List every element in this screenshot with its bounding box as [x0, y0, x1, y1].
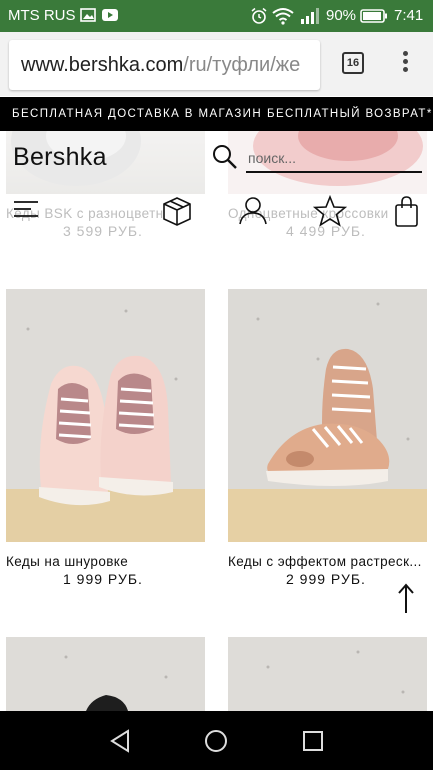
product-price: 2 999 РУБ. — [286, 571, 366, 587]
clock: 7:41 — [394, 7, 424, 24]
recents-icon[interactable] — [300, 728, 326, 754]
url-path: /ru/туфли/же — [183, 54, 301, 76]
address-bar[interactable]: www.bershka.com/ru/туфли/же — [9, 40, 320, 90]
product-image[interactable] — [228, 289, 427, 542]
menu-icon[interactable] — [12, 194, 46, 228]
alarm-icon — [250, 7, 268, 30]
system-nav-bar — [0, 711, 433, 770]
back-icon[interactable] — [108, 728, 134, 754]
youtube-icon — [101, 7, 119, 28]
dot-icon — [402, 51, 408, 56]
home-icon[interactable] — [203, 728, 229, 754]
product-image[interactable] — [6, 637, 205, 711]
carrier-name: MTS RUS — [8, 7, 76, 24]
dot-icon — [402, 59, 408, 64]
search-icon[interactable] — [212, 144, 238, 170]
promo-free-return: БЕСПЛАТНЫЙ ВОЗВРАТ* — [267, 108, 433, 120]
status-bar: MTS RUS 90% 7:41 — [0, 0, 433, 32]
product-name[interactable]: Кеды на шнуровке — [6, 554, 205, 569]
signal-icon — [300, 7, 320, 30]
browser-toolbar: www.bershka.com/ru/туфли/же 16 — [0, 32, 433, 96]
promo-banner[interactable]: БЕСПЛАТНАЯ ДОСТАВКА В МАГАЗИН БЕСПЛАТНЫЙ… — [0, 97, 433, 131]
user-icon[interactable] — [236, 194, 270, 228]
star-icon[interactable] — [312, 194, 348, 228]
bag-icon[interactable] — [390, 194, 424, 228]
url-text[interactable]: www.bershka.com/ru/туфли/же — [21, 54, 300, 77]
battery-percent: 90% — [326, 7, 357, 24]
site-header: Bershka — [0, 131, 433, 241]
wifi-icon — [272, 7, 294, 30]
image-icon — [80, 7, 96, 28]
tab-switcher-button[interactable]: 16 — [342, 52, 364, 74]
promo-free-delivery: БЕСПЛАТНАЯ ДОСТАВКА В МАГАЗИН — [12, 108, 263, 120]
browser-menu-button[interactable] — [398, 48, 412, 78]
product-image[interactable] — [6, 289, 205, 542]
battery-icon — [360, 9, 388, 28]
product-image[interactable] — [228, 637, 427, 711]
box-icon[interactable] — [160, 194, 194, 228]
search-input[interactable] — [246, 145, 422, 173]
product-name[interactable]: Кеды с эффектом растреск... — [228, 554, 427, 569]
logo[interactable]: Bershka — [13, 143, 107, 172]
url-host: www.bershka.com — [21, 54, 184, 76]
dot-icon — [402, 67, 408, 72]
product-price: 1 999 РУБ. — [63, 571, 143, 587]
scroll-to-top-icon[interactable] — [395, 583, 417, 615]
